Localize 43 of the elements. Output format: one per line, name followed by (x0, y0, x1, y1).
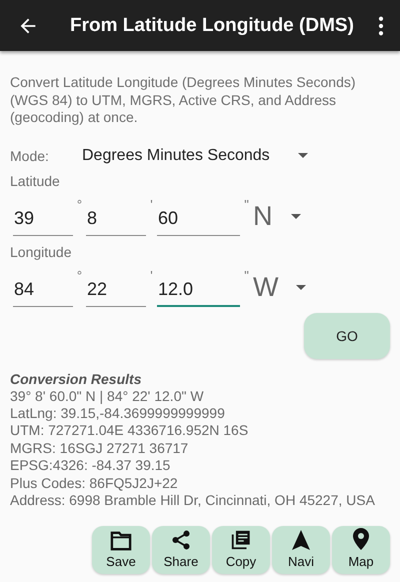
description-text: Convert Latitude Longitude (Degrees Minutes Seconds) (WGS 84) to UTM, MGRS, Active CRS, and Address (geocoding) at once. (10, 74, 357, 126)
result-line: EPSG:4326: -84.37 39.15 (10, 457, 172, 475)
mode-label: Mode: (10, 148, 50, 164)
result-line: 39° 8' 60.0" N | 84° 22' 12.0" W (10, 388, 205, 405)
dropdown-caret-icon (296, 284, 306, 290)
action-button[interactable]: Save (92, 526, 150, 574)
result-line: LatLng: 39.15,-84.3699999999999 (10, 404, 226, 422)
folder-icon (110, 531, 132, 552)
map-button[interactable]: Map (332, 526, 390, 574)
unit-symbol: ° (76, 196, 84, 212)
input-field[interactable]: 84 (13, 276, 73, 306)
action-button[interactable]: Copy (212, 526, 270, 574)
map-pin-icon (352, 527, 370, 552)
action-button[interactable]: Navi (272, 526, 330, 574)
go-button[interactable]: GO (304, 312, 390, 358)
share-icon (170, 529, 192, 552)
result-line: MGRS: 16SGJ 27271 36717 (10, 440, 190, 458)
unit-symbol: ' (149, 268, 154, 282)
more-options-icon[interactable] (378, 16, 384, 36)
copy-icon (230, 529, 252, 552)
dropdown-caret-icon (290, 214, 300, 218)
results-title: Conversion Results (10, 370, 142, 388)
result-line: Address: 6998 Bramble Hill Dr, Cincinnati, OH 45227, USA (10, 492, 376, 510)
coordinate-label: Longitude (10, 244, 73, 260)
input-field[interactable]: 8 (86, 206, 146, 236)
navigation-arrow-icon (291, 529, 311, 552)
action-button[interactable]: Share (152, 526, 210, 574)
unit-symbol: ° (76, 268, 84, 282)
coordinate-label: Latitude (10, 172, 61, 188)
result-line: Plus Codes: 86FQ5J2J+22 (10, 474, 179, 492)
direction-dropdown[interactable]: W (253, 272, 306, 302)
result-line: UTM: 727271.04E 4336716.952N 16S (10, 422, 250, 440)
input-field[interactable]: 60 (157, 206, 240, 236)
input-field[interactable]: 12.0 (157, 276, 240, 306)
unit-symbol: ' (149, 196, 154, 212)
input-field[interactable]: 22 (86, 276, 146, 306)
dropdown-caret-icon (298, 153, 308, 158)
unit-symbol: " (243, 268, 250, 282)
unit-symbol: " (243, 196, 250, 212)
input-field[interactable]: 39 (13, 206, 73, 236)
mode-dropdown[interactable]: Degrees Minutes Seconds (82, 146, 308, 164)
app-bar-title: From Latitude Longitude (DMS) (70, 14, 355, 36)
direction-dropdown[interactable]: N (253, 200, 300, 232)
